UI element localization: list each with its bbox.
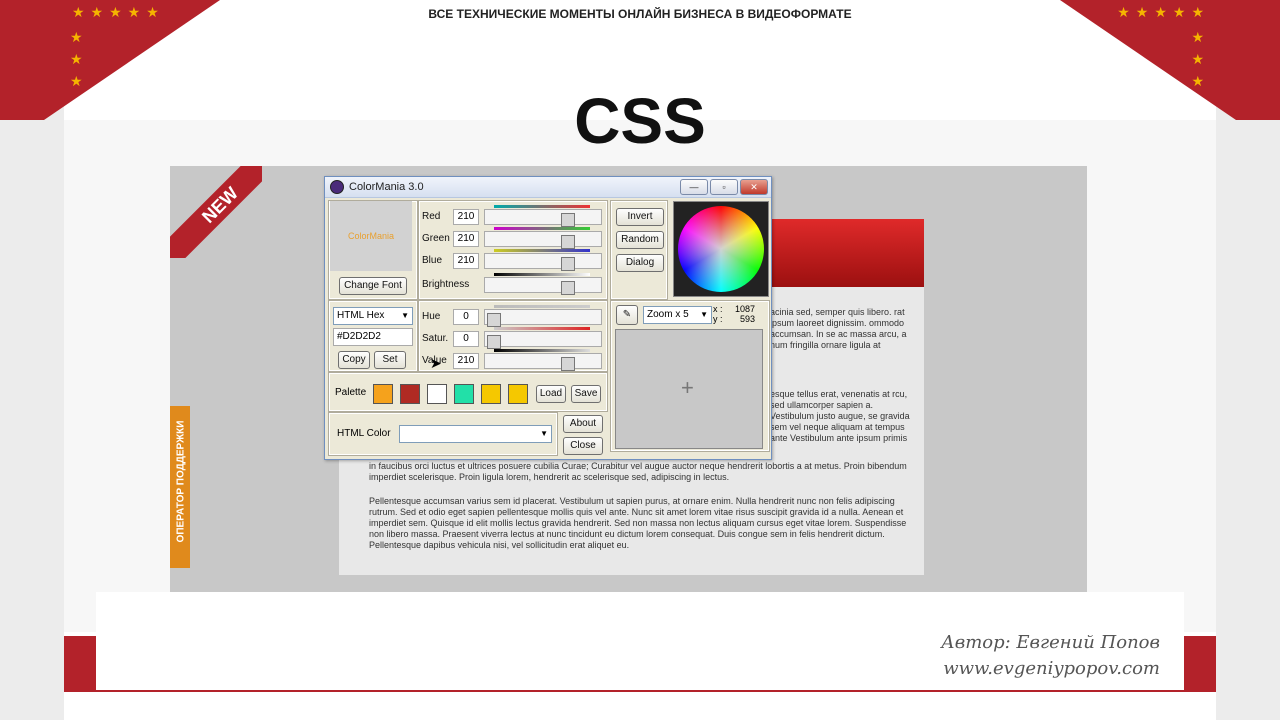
page-title: CSS [574, 85, 706, 157]
website-paragraph: Pellentesque accumsan varius sem id plac… [369, 496, 907, 550]
change-font-button[interactable]: Change Font [339, 277, 407, 295]
palette-swatch[interactable] [427, 384, 447, 404]
copy-button[interactable]: Copy [338, 351, 370, 369]
random-button[interactable]: Random [616, 231, 664, 249]
set-button[interactable]: Set [374, 351, 406, 369]
html-color-select[interactable]: ▼ [399, 425, 552, 443]
save-button[interactable]: Save [571, 385, 601, 403]
palette-swatch[interactable] [373, 384, 393, 404]
palette-label: Palette [335, 387, 367, 398]
palette-swatch[interactable] [508, 384, 528, 404]
stars-decoration: ★ ★ ★ [1191, 29, 1210, 89]
invert-button[interactable]: Invert [616, 208, 664, 226]
window-title: ColorMania 3.0 [349, 181, 424, 193]
window-titlebar[interactable]: ColorMania 3.0 — ▫ ✕ [325, 177, 771, 198]
zoom-preview: + [615, 329, 763, 449]
website-paragraph: in faucibus orci luctus et ultrices posu… [369, 461, 907, 482]
coordinates-readout: x : 1087 y : 593 [713, 304, 756, 324]
close-window-button[interactable]: ✕ [740, 179, 768, 195]
hex-value-field[interactable]: #D2D2D2 [333, 328, 413, 346]
html-color-label: HTML Color [337, 428, 391, 439]
minimize-button[interactable]: — [680, 179, 708, 195]
website-paragraph: esque tellus erat, venenatis at rcu, sed… [770, 389, 910, 443]
website-paragraph: acinia sed, semper quis libero. rat ipsu… [770, 307, 907, 350]
maximize-button[interactable]: ▫ [710, 179, 738, 195]
close-button[interactable]: Close [563, 437, 603, 455]
colormania-window: ColorMania 3.0 — ▫ ✕ ColorMania Change F… [324, 176, 772, 460]
about-button[interactable]: About [563, 415, 603, 433]
format-select[interactable]: HTML Hex ▼ [333, 307, 413, 325]
author-signature: Автор: Евгений Попов www.evgeniypopov.co… [941, 632, 1160, 679]
color-preview: ColorMania [330, 201, 412, 271]
load-button[interactable]: Load [536, 385, 566, 403]
new-badge: NEW [170, 166, 262, 258]
dialog-button[interactable]: Dialog [616, 254, 664, 272]
banner-title: ВСЕ ТЕХНИЧЕСКИЕ МОМЕНТЫ ОНЛАЙН БИЗНЕСА В… [428, 7, 852, 21]
website-header-bar [770, 219, 924, 287]
app-icon [330, 180, 344, 194]
palette-swatch[interactable] [481, 384, 501, 404]
palette-swatch[interactable] [454, 384, 474, 404]
palette-swatch[interactable] [400, 384, 420, 404]
zoom-select[interactable]: Zoom x 5 ▼ [643, 306, 712, 324]
crosshair-icon: + [681, 375, 694, 400]
color-wheel[interactable] [673, 201, 769, 297]
support-tab[interactable]: ОПЕРАТОР ПОДДЕРЖКИ [170, 406, 190, 568]
eyedropper-icon[interactable]: ✎ [616, 305, 638, 325]
mouse-cursor-icon: ➤ [430, 355, 442, 371]
stars-decoration: ★ ★ ★ [70, 29, 89, 89]
